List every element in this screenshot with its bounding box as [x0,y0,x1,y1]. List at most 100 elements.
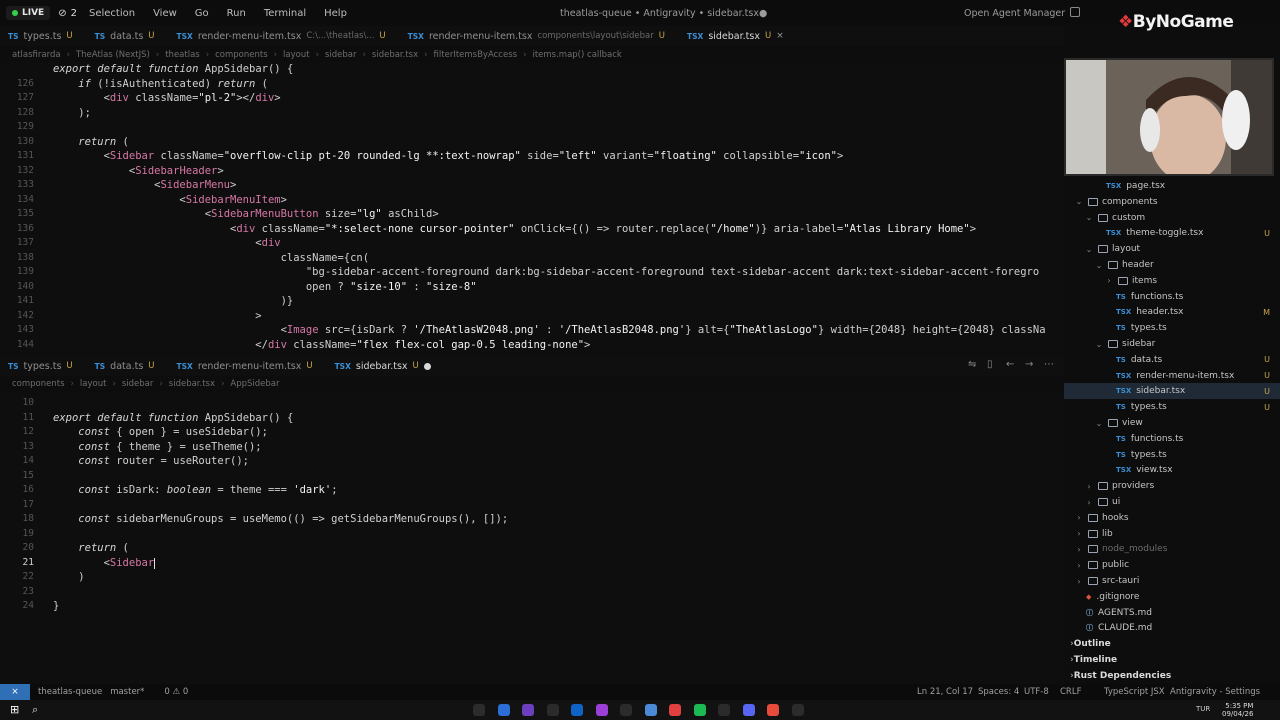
code-line[interactable]: 128 ); [0,106,1064,121]
copilot-icon[interactable] [473,704,485,716]
code-line[interactable]: 130 return ( [0,135,1064,150]
explorer-folder[interactable]: › node_modules [1064,541,1280,557]
breadcrumb-item[interactable]: sidebar [122,379,154,389]
explorer-folder[interactable]: › public [1064,557,1280,573]
toggle-panel-icon[interactable] [1070,7,1080,17]
explorer-folder[interactable]: › items [1064,273,1280,289]
youtube-icon[interactable] [669,704,681,716]
code-line[interactable]: 134 <SidebarMenuItem> [0,193,1064,208]
spotify-icon[interactable] [693,704,706,716]
photoshop-icon[interactable] [522,704,534,716]
notepad-icon[interactable] [620,704,632,716]
breadcrumb-item[interactable]: items.map() callback [532,50,621,60]
explorer-folder[interactable]: ⌄ sidebar [1064,336,1280,352]
menu-item[interactable]: Terminal [264,8,306,19]
code-line[interactable]: 138 className={cn( [0,251,1064,266]
chevron-down-icon[interactable]: ⌄ [1074,197,1084,206]
chevron-right-icon[interactable]: › [1074,577,1084,586]
editor-bottom[interactable]: 10 11 export default function AppSidebar()… [0,392,1064,684]
menu-item[interactable]: Help [324,8,347,19]
chevron-right-icon[interactable]: › [1074,545,1084,554]
explorer-file[interactable]: TS functions.ts [1064,431,1280,447]
code-line[interactable]: 20 return ( [0,541,1064,556]
code-line[interactable]: export default function AppSidebar() { [0,62,1064,77]
chevron-down-icon[interactable]: ⌄ [1084,245,1094,254]
code-line[interactable]: 129 [0,120,1064,135]
breadcrumb-item[interactable]: filterItemsByAccess [434,50,518,60]
problems-count[interactable]: 0 ⚠ 0 [164,687,188,697]
language-mode[interactable]: TypeScript JSX [1104,687,1165,697]
explorer-file[interactable]: TS types.ts [1064,320,1280,336]
code-line[interactable]: 143 <Image src={isDark ? '/TheAtlasW2048… [0,323,1064,338]
explorer-file[interactable]: TS types.ts [1064,447,1280,463]
code-line[interactable]: 24} [0,599,1064,614]
more-actions-icon[interactable]: ⋯ [1044,359,1054,370]
chevron-right-icon[interactable]: › [1074,513,1084,522]
edge-icon[interactable] [497,704,510,716]
indentation[interactable]: Spaces: 4 [978,687,1019,697]
code-line[interactable]: 141 )} [0,294,1064,309]
menu-item[interactable]: Selection [89,8,135,19]
code-line[interactable]: 136 <div className="*:select-none cursor… [0,222,1064,237]
file-explorer-icon[interactable] [718,704,730,716]
premiere-icon[interactable] [571,704,583,716]
tab-types-ts[interactable]: TS types.ts U [0,356,87,376]
explorer-folder[interactable]: › ui [1064,494,1280,510]
panel-section-outline[interactable]: › Outline [1064,636,1280,652]
settings-status[interactable]: Antigravity - Settings [1170,687,1260,697]
go-forward-icon[interactable]: → [1025,359,1033,370]
code-line[interactable]: 133 <SidebarMenu> [0,178,1064,193]
brave-icon[interactable] [767,704,779,716]
clock[interactable]: 5:35 PM 09/04/26 [1222,702,1253,718]
breadcrumb-item[interactable]: components [12,379,65,389]
explorer-file[interactable]: TSX render-menu-item.tsx U [1064,368,1280,384]
breadcrumb-item[interactable]: sidebar.tsx [372,50,418,60]
code-line[interactable]: 139 "bg-sidebar-accent-foreground dark:b… [0,265,1064,280]
chevron-right-icon[interactable]: › [1104,276,1114,285]
chevron-down-icon[interactable]: ⌄ [1084,213,1094,222]
editor-top[interactable]: export default function AppSidebar() {12… [0,62,1064,356]
explorer-folder[interactable]: ⌄ layout [1064,241,1280,257]
code-line[interactable]: 11 export default function AppSidebar() { [0,411,1064,426]
terminal-icon[interactable] [791,704,804,716]
chevron-down-icon[interactable]: ⌄ [1094,419,1104,428]
chevron-right-icon[interactable]: › [1074,529,1084,538]
explorer-folder[interactable]: ⌄ components [1064,194,1280,210]
chevron-down-icon[interactable]: ⌄ [1094,340,1104,349]
explorer-folder[interactable]: › src-tauri [1064,573,1280,589]
explorer-file[interactable]: ⓘ AGENTS.md [1064,605,1280,621]
explorer-file[interactable]: TSX page.tsx [1064,178,1280,194]
code-line[interactable]: 19 [0,527,1064,542]
code-line[interactable]: 144 </div className="flex flex-col gap-0… [0,338,1064,353]
tab-types-ts[interactable]: TS types.ts U [0,26,87,46]
explorer-file[interactable]: TSX theme-toggle.tsx U [1064,225,1280,241]
code-line[interactable]: 10 [0,396,1064,411]
code-line[interactable]: 140 open ? "size-10" : "size-8" [0,280,1064,295]
tab-render-menu-item-tsx[interactable]: TSX render-menu-item.tsx C:\...\theatlas\.… [169,26,400,46]
open-agent-manager-button[interactable]: Open Agent Manager [964,8,1065,19]
code-line[interactable]: 14 const router = useRouter(); [0,454,1064,469]
breadcrumb-item[interactable]: theatlas [165,50,200,60]
code-line[interactable]: 137 <div [0,236,1064,251]
code-line[interactable]: 17 [0,498,1064,513]
explorer-file[interactable]: TS types.ts U [1064,399,1280,415]
go-back-icon[interactable]: ← [1006,359,1014,370]
code-line[interactable]: 132 <SidebarHeader> [0,164,1064,179]
breadcrumb-item[interactable]: layout [283,50,310,60]
explorer-folder[interactable]: › lib [1064,526,1280,542]
code-line[interactable]: 23 [0,585,1064,600]
breadcrumb-item[interactable]: AppSidebar [230,379,279,389]
code-line[interactable]: 135 <SidebarMenuButton size="lg" asChild… [0,207,1064,222]
explorer-folder[interactable]: ⌄ header [1064,257,1280,273]
explorer-file[interactable]: TS data.ts U [1064,352,1280,368]
menu-item[interactable]: View [153,8,177,19]
compare-icon[interactable]: ⇋ [968,359,976,370]
breadcrumb-item[interactable]: layout [80,379,107,389]
explorer-file[interactable]: ⓘ CLAUDE.md [1064,620,1280,636]
panel-section-timeline[interactable]: › Timeline [1064,652,1280,668]
git-branch[interactable]: master* [110,687,144,697]
code-line[interactable]: 13 const { theme } = useTheme(); [0,440,1064,455]
code-line[interactable]: 12 const { open } = useSidebar(); [0,425,1064,440]
tab-render-menu-item-tsx[interactable]: TSX render-menu-item.tsx components\layout… [400,26,679,46]
code-line[interactable]: 126 if (!isAuthenticated) return ( [0,77,1064,92]
